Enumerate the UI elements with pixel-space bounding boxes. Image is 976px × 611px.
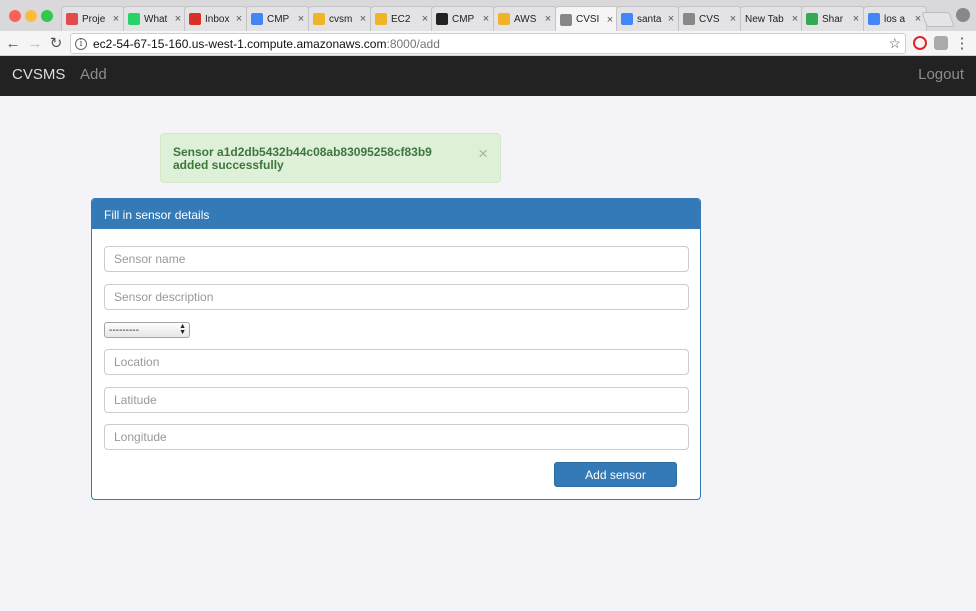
location-input[interactable] (104, 349, 689, 375)
tab-label: AWS (514, 13, 537, 25)
tab-label: EC2 (391, 13, 411, 25)
browser-tab[interactable]: CVSI × (555, 6, 619, 32)
reload-icon[interactable]: ↻ (47, 34, 65, 52)
google-icon (621, 13, 633, 25)
url-path: :8000/add (386, 36, 440, 51)
sensor-type-select[interactable]: --------- ▲ ▼ (104, 322, 190, 338)
back-arrow-icon[interactable]: ← (4, 34, 22, 52)
forward-arrow-icon[interactable]: → (26, 34, 44, 52)
browser-tab[interactable]: los a × (863, 6, 927, 31)
tab-label: cvsm (329, 13, 353, 25)
tab-label: Shar (822, 13, 844, 25)
drive-icon (806, 13, 818, 25)
browser-tab[interactable]: cvsm × (308, 6, 372, 31)
browser-tab[interactable]: What × (123, 6, 187, 31)
tab-close-icon[interactable]: × (727, 13, 739, 25)
tab-close-icon[interactable]: × (233, 13, 245, 25)
close-window-button[interactable] (9, 10, 21, 22)
logout-link[interactable]: Logout (918, 66, 964, 83)
select-arrows-icon: ▲ ▼ (179, 323, 186, 336)
tab-label: CVS (699, 13, 720, 25)
tab-label: CMP (267, 13, 290, 25)
new-tab-button[interactable] (921, 12, 955, 27)
brand-link[interactable]: CVSMS (12, 66, 65, 83)
nav-add-link[interactable]: Add (80, 66, 107, 83)
browser-tab[interactable]: CVS × (678, 6, 742, 31)
address-bar[interactable]: i ec2-54-67-15-160.us-west-1.compute.ama… (70, 33, 906, 54)
app-navbar: CVSMS Add Logout (0, 56, 976, 96)
browser-toolbar: ← → ↻ i ec2-54-67-15-160.us-west-1.compu… (0, 31, 976, 56)
profile-icon[interactable] (956, 8, 970, 22)
browser-tab[interactable]: Inbox × (184, 6, 248, 31)
sensor-name-input[interactable] (104, 246, 689, 272)
page-icon (560, 13, 572, 26)
browser-tab[interactable]: Proje × (61, 6, 125, 31)
tab-strip: Proje × What × Inbox × CMP × cvsm × EC2 × CMP × AWS × CV… (0, 0, 976, 32)
browser-tab[interactable]: CMP × (246, 6, 310, 31)
tab-close-icon[interactable]: × (850, 13, 862, 25)
menu-kebab-icon[interactable]: ⋮ (953, 34, 971, 52)
tab-close-icon[interactable]: × (295, 13, 307, 25)
longitude-input[interactable] (104, 424, 689, 450)
tab-close-icon[interactable]: × (480, 13, 492, 25)
browser-tab[interactable]: santa × (616, 6, 680, 31)
sensor-description-input[interactable] (104, 284, 689, 310)
browser-tab[interactable]: CMP × (431, 6, 495, 31)
google-icon (868, 13, 880, 25)
tab-label: Proje (82, 13, 106, 25)
browser-tab[interactable]: New Tab × (740, 6, 804, 31)
tab-label: CMP (452, 13, 475, 25)
project-icon (66, 13, 78, 25)
bookmark-star-icon[interactable]: ☆ (888, 35, 901, 52)
tab-close-icon[interactable]: × (542, 13, 554, 25)
select-value: --------- (109, 324, 139, 336)
tab-close-icon[interactable]: × (172, 13, 184, 25)
browser-tab[interactable]: Shar × (801, 6, 865, 31)
success-alert: Sensor a1d2db5432b44c08ab83095258cf83b9 … (160, 133, 501, 183)
tab-label: New Tab (745, 13, 784, 25)
whatsapp-icon (128, 13, 140, 25)
tab-close-icon[interactable]: × (665, 13, 677, 25)
box-icon (498, 13, 510, 25)
tab-close-icon[interactable]: × (789, 13, 801, 25)
browser-tab[interactable]: EC2 × (370, 6, 434, 31)
tab-close-icon[interactable]: × (419, 13, 431, 25)
tab-label: santa (637, 13, 662, 25)
page-icon (683, 13, 695, 25)
github-icon (436, 13, 448, 25)
alert-close-icon[interactable]: × (478, 144, 488, 164)
extension-icon[interactable] (934, 36, 948, 50)
opera-extension-icon[interactable] (913, 36, 927, 50)
box-icon (375, 13, 387, 25)
tab-close-icon[interactable]: × (604, 14, 616, 26)
tab-label: los a (884, 13, 906, 25)
tab-close-icon[interactable]: × (357, 13, 369, 25)
minimize-window-button[interactable] (25, 10, 37, 22)
sensor-form-panel: Fill in sensor details --------- ▲▼ Add … (91, 198, 701, 500)
alert-message: Sensor a1d2db5432b44c08ab83095258cf83b9 … (173, 145, 432, 172)
latitude-input[interactable] (104, 387, 689, 413)
url-host: ec2-54-67-15-160.us-west-1.compute.amazo… (93, 36, 387, 51)
tab-close-icon[interactable]: × (110, 13, 122, 25)
tab-label: What (144, 13, 168, 25)
add-sensor-button[interactable]: Add sensor (554, 462, 677, 487)
tab-label: CVSI (576, 14, 600, 25)
panel-heading: Fill in sensor details (92, 199, 700, 229)
maximize-window-button[interactable] (41, 10, 53, 22)
info-icon[interactable]: i (75, 37, 87, 50)
docs-icon (251, 13, 263, 25)
browser-tab[interactable]: AWS × (493, 6, 557, 31)
box-icon (313, 13, 325, 25)
tab-label: Inbox (205, 13, 230, 25)
gmail-icon (189, 13, 201, 25)
